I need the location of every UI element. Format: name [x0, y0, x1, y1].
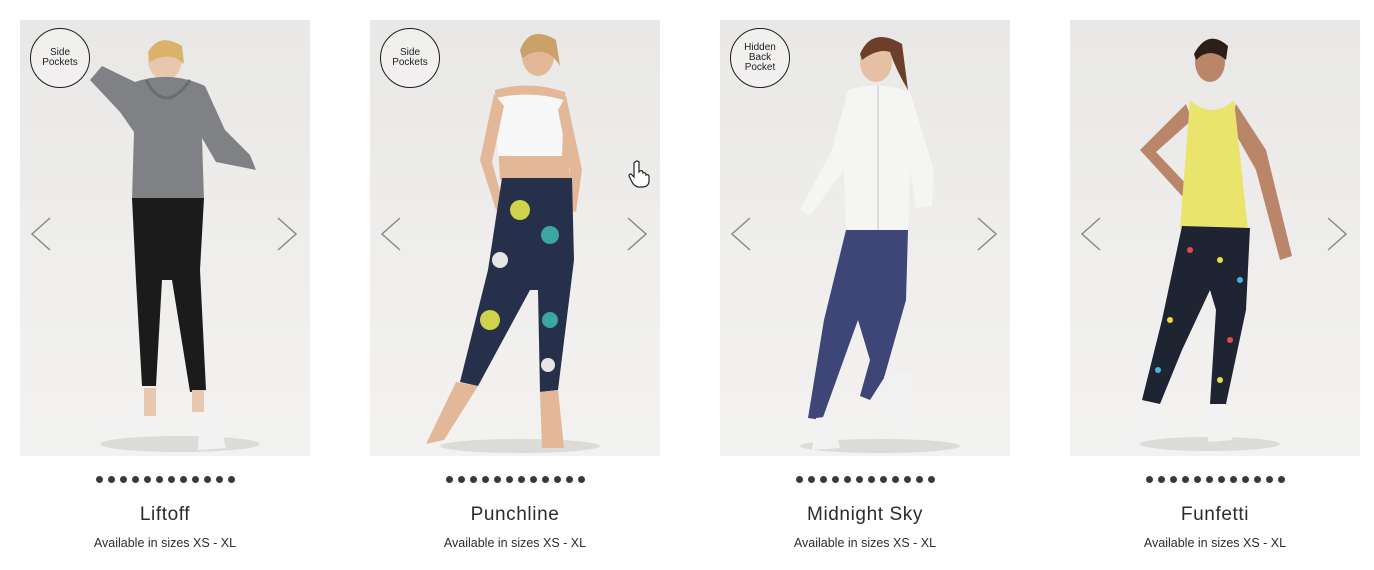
carousel-dot[interactable] [1277, 476, 1285, 483]
carousel-dot[interactable] [505, 476, 513, 483]
carousel-dot[interactable] [1157, 476, 1165, 483]
carousel-dot[interactable] [879, 476, 887, 483]
product-name[interactable]: Liftoff [20, 504, 310, 528]
product-sizes: Available in sizes XS - XL [793, 536, 937, 550]
carousel-dot[interactable] [1145, 476, 1153, 483]
carousel-dot[interactable] [795, 476, 803, 483]
feature-badge-label: Side Pockets [392, 47, 428, 68]
carousel-dots [1070, 476, 1360, 484]
carousel-dot[interactable] [1229, 476, 1237, 483]
product-image-carousel[interactable]: Hidden Back Pocket [720, 20, 1010, 456]
chevron-right-icon[interactable] [974, 216, 1000, 252]
carousel-dot[interactable] [215, 476, 223, 483]
feature-badge-label: Side Pockets [42, 47, 78, 68]
product-name[interactable]: Midnight Sky [720, 504, 1010, 528]
feature-badge-label: Hidden Back Pocket [744, 42, 776, 73]
carousel-dot[interactable] [445, 476, 453, 483]
carousel-dot[interactable] [1181, 476, 1189, 483]
carousel-dot[interactable] [1241, 476, 1249, 483]
carousel-dot[interactable] [1193, 476, 1201, 483]
product-name[interactable]: Punchline [370, 504, 660, 528]
carousel-dot[interactable] [155, 476, 163, 483]
product-card-midnight-sky[interactable]: Hidden Back Pocket Midnight Sky Availabl [720, 20, 1010, 550]
product-card-punchline[interactable]: Side Pockets Punchline Available in size [370, 20, 660, 550]
carousel-dots [720, 476, 1010, 484]
chevron-right-icon[interactable] [274, 216, 300, 252]
carousel-dot[interactable] [493, 476, 501, 483]
carousel-dot[interactable] [565, 476, 573, 483]
carousel-dot[interactable] [107, 476, 115, 483]
carousel-dot[interactable] [469, 476, 477, 483]
carousel-dot[interactable] [1169, 476, 1177, 483]
chevron-left-icon[interactable] [378, 216, 404, 252]
hand-pointer-icon [628, 160, 650, 188]
carousel-dot[interactable] [577, 476, 585, 483]
carousel-dot[interactable] [179, 476, 187, 483]
carousel-dot[interactable] [457, 476, 465, 483]
carousel-dot[interactable] [167, 476, 175, 483]
carousel-dot[interactable] [1265, 476, 1273, 483]
carousel-dot[interactable] [1205, 476, 1213, 483]
carousel-dot[interactable] [915, 476, 923, 483]
carousel-dot[interactable] [143, 476, 151, 483]
chevron-left-icon[interactable] [1078, 216, 1104, 252]
product-name[interactable]: Funfetti [1070, 504, 1360, 528]
carousel-dots [370, 476, 660, 484]
product-image-carousel[interactable]: Side Pockets [20, 20, 310, 456]
product-card-liftoff[interactable]: Side Pockets Liftoff Available in sizes [20, 20, 310, 550]
carousel-dot[interactable] [119, 476, 127, 483]
product-image-carousel[interactable]: Side Pockets [370, 20, 660, 456]
carousel-dot[interactable] [807, 476, 815, 483]
carousel-dot[interactable] [843, 476, 851, 483]
feature-badge: Side Pockets [30, 28, 90, 88]
product-card-funfetti[interactable]: Funfetti Available in sizes XS - XL [1070, 20, 1360, 550]
carousel-dot[interactable] [855, 476, 863, 483]
model-photo-icon [1130, 38, 1292, 451]
carousel-dot[interactable] [95, 476, 103, 483]
product-grid: Side Pockets Liftoff Available in sizes [0, 0, 1374, 570]
carousel-dot[interactable] [191, 476, 199, 483]
carousel-dot[interactable] [517, 476, 525, 483]
carousel-dot[interactable] [903, 476, 911, 483]
chevron-left-icon[interactable] [728, 216, 754, 252]
chevron-right-icon[interactable] [624, 216, 650, 252]
carousel-dot[interactable] [203, 476, 211, 483]
feature-badge: Hidden Back Pocket [730, 28, 790, 88]
carousel-dots [20, 476, 310, 484]
carousel-dot[interactable] [227, 476, 235, 483]
carousel-dot[interactable] [541, 476, 549, 483]
product-sizes: Available in sizes XS - XL [93, 536, 237, 550]
chevron-left-icon[interactable] [28, 216, 54, 252]
carousel-dot[interactable] [927, 476, 935, 483]
feature-badge: Side Pockets [380, 28, 440, 88]
carousel-dot[interactable] [1217, 476, 1225, 483]
chevron-right-icon[interactable] [1324, 216, 1350, 252]
carousel-dot[interactable] [891, 476, 899, 483]
carousel-dot[interactable] [481, 476, 489, 483]
carousel-dot[interactable] [553, 476, 561, 483]
carousel-dot[interactable] [819, 476, 827, 483]
carousel-dot[interactable] [867, 476, 875, 483]
carousel-dot[interactable] [1253, 476, 1261, 483]
product-sizes: Available in sizes XS - XL [443, 536, 587, 550]
product-image-carousel[interactable] [1070, 20, 1360, 456]
carousel-dot[interactable] [831, 476, 839, 483]
carousel-dot[interactable] [529, 476, 537, 483]
carousel-dot[interactable] [131, 476, 139, 483]
product-sizes: Available in sizes XS - XL [1143, 536, 1287, 550]
